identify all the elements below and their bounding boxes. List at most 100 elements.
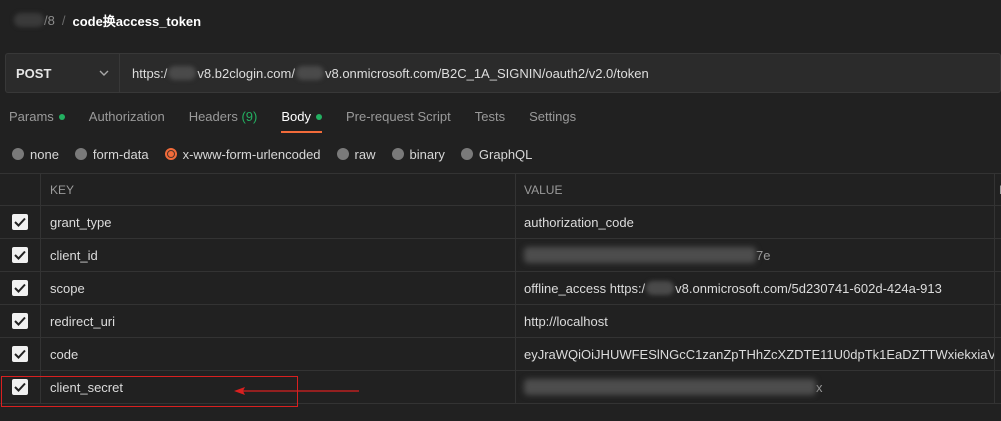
checkmark-icon (14, 349, 26, 359)
table-row: scope offline_access https:/ v8.onmicroso… (0, 272, 1001, 305)
radio-x-www-form-urlencoded[interactable]: x-www-form-urlencoded (164, 146, 321, 162)
description-cell[interactable] (995, 305, 1001, 337)
request-title[interactable]: code换access_token (72, 11, 201, 30)
tab-authorization[interactable]: Authorization (89, 107, 165, 133)
value-cell[interactable]: eyJraWQiOiJHUWFESlNGcC1zanZpTHhZcXZDTE11… (516, 338, 995, 370)
row-checkbox[interactable] (12, 313, 28, 329)
table-row: grant_type authorization_code (0, 206, 1001, 239)
key-cell[interactable]: code (41, 338, 516, 370)
key-cell[interactable]: redirect_uri (41, 305, 516, 337)
radio-label: raw (354, 146, 376, 162)
radio-label: form-data (92, 146, 149, 162)
radio-icon (74, 148, 87, 160)
header-check-cell (0, 174, 41, 205)
value-cell[interactable]: http://localhost (516, 305, 995, 337)
radio-binary[interactable]: binary (391, 146, 445, 162)
radio-selected-icon (164, 148, 177, 160)
tab-label: Pre-request Script (345, 109, 451, 124)
radio-none[interactable]: none (12, 147, 59, 162)
tab-label: Authorization (88, 109, 165, 124)
key-cell[interactable]: grant_type (41, 206, 516, 238)
checkmark-icon (14, 283, 26, 293)
redacted-text (524, 379, 816, 395)
description-cell[interactable] (995, 371, 1001, 403)
radio-label: binary (409, 146, 445, 162)
breadcrumb-parent[interactable]: /8 (44, 13, 55, 28)
breadcrumb: /8 / code换access_token (0, 0, 1001, 40)
row-checkbox[interactable] (12, 346, 28, 362)
radio-label: none (30, 146, 59, 162)
radio-icon (391, 148, 404, 160)
key-cell[interactable]: client_secret (41, 371, 516, 403)
tab-label: Settings (529, 109, 577, 124)
tab-label: Body (281, 109, 311, 124)
description-cell[interactable] (995, 206, 1001, 238)
table-row: redirect_uri http://localhost (0, 305, 1001, 338)
checkmark-icon (14, 217, 26, 227)
url-input[interactable]: https:/ v8.b2clogin.com/ v8.onmicrosoft.… (119, 53, 1001, 93)
radio-icon (336, 148, 349, 160)
radio-label: GraphQL (478, 146, 533, 162)
request-tabs: Params Authorization Headers (9) Body Pr… (9, 107, 600, 133)
row-checkbox[interactable] (12, 280, 28, 296)
table-header: KEY VALUE D (0, 173, 1001, 206)
description-cell[interactable] (995, 338, 1001, 370)
description-cell[interactable] (995, 239, 1001, 271)
value-visible-tail: x (816, 379, 823, 395)
radio-graphql[interactable]: GraphQL (460, 146, 533, 162)
radio-label: x-www-form-urlencoded (182, 146, 321, 162)
table-row: code eyJraWQiOiJHUWFESlNGcC1zanZpTHhZcXZ… (0, 338, 1001, 371)
tab-params[interactable]: Params (9, 107, 65, 133)
value-part: offline_access https:/ (524, 280, 646, 296)
key-cell[interactable]: client_id (41, 239, 516, 271)
value-cell[interactable]: x (516, 371, 995, 403)
value-cell[interactable]: 7e (516, 239, 995, 271)
radio-icon (12, 148, 24, 160)
tab-tests[interactable]: Tests (475, 107, 505, 133)
redacted-workspace-name (14, 13, 44, 27)
checkmark-icon (14, 316, 26, 326)
tab-body[interactable]: Body (281, 107, 322, 133)
breadcrumb-separator: / (61, 12, 66, 28)
body-type-selector: none form-data x-www-form-urlencoded raw… (12, 145, 548, 163)
table-row: client_secret x (0, 371, 1001, 404)
column-header-value: VALUE (516, 174, 995, 205)
row-checkbox[interactable] (12, 379, 28, 395)
redacted-text (524, 247, 756, 263)
table-row: client_id 7e (0, 239, 1001, 272)
method-label: POST (16, 65, 52, 81)
checkmark-icon (14, 250, 26, 260)
radio-raw[interactable]: raw (336, 146, 376, 162)
body-params-table: KEY VALUE D grant_type authorization_cod… (0, 173, 1001, 404)
key-cell[interactable]: scope (41, 272, 516, 304)
tab-headers[interactable]: Headers (9) (189, 107, 258, 133)
value-visible-tail: 7e (756, 247, 771, 263)
column-header-key: KEY (41, 174, 516, 205)
redacted-text (646, 281, 675, 295)
url-part: https:/ (132, 65, 168, 81)
value-cell[interactable]: offline_access https:/ v8.onmicrosoft.com… (516, 272, 995, 304)
status-dot-icon (58, 113, 65, 120)
tab-label: Tests (474, 109, 506, 124)
tab-pre-request-script[interactable]: Pre-request Script (346, 107, 451, 133)
checkmark-icon (14, 382, 26, 392)
status-dot-icon (315, 113, 322, 120)
chevron-down-icon (99, 70, 109, 76)
url-part: v8.b2clogin.com/ (197, 65, 295, 81)
request-url-bar: POST https:/ v8.b2clogin.com/ v8.onmicro… (5, 53, 1001, 93)
radio-form-data[interactable]: form-data (74, 146, 149, 162)
tab-label: Headers (188, 109, 238, 124)
row-checkbox[interactable] (12, 214, 28, 230)
method-select[interactable]: POST (5, 53, 119, 93)
value-cell[interactable]: authorization_code (516, 206, 995, 238)
value-part: v8.onmicrosoft.com/5d230741-602d-424a-91… (675, 280, 942, 296)
description-cell[interactable] (995, 272, 1001, 304)
tab-settings[interactable]: Settings (529, 107, 576, 133)
radio-icon (460, 148, 473, 160)
tab-label: Params (9, 109, 54, 124)
url-part: v8.onmicrosoft.com/B2C_1A_SIGNIN/oauth2/… (324, 65, 649, 81)
redacted-text (295, 66, 324, 80)
redacted-text (168, 66, 197, 80)
column-header-description: D (995, 174, 1001, 205)
row-checkbox[interactable] (12, 247, 28, 263)
